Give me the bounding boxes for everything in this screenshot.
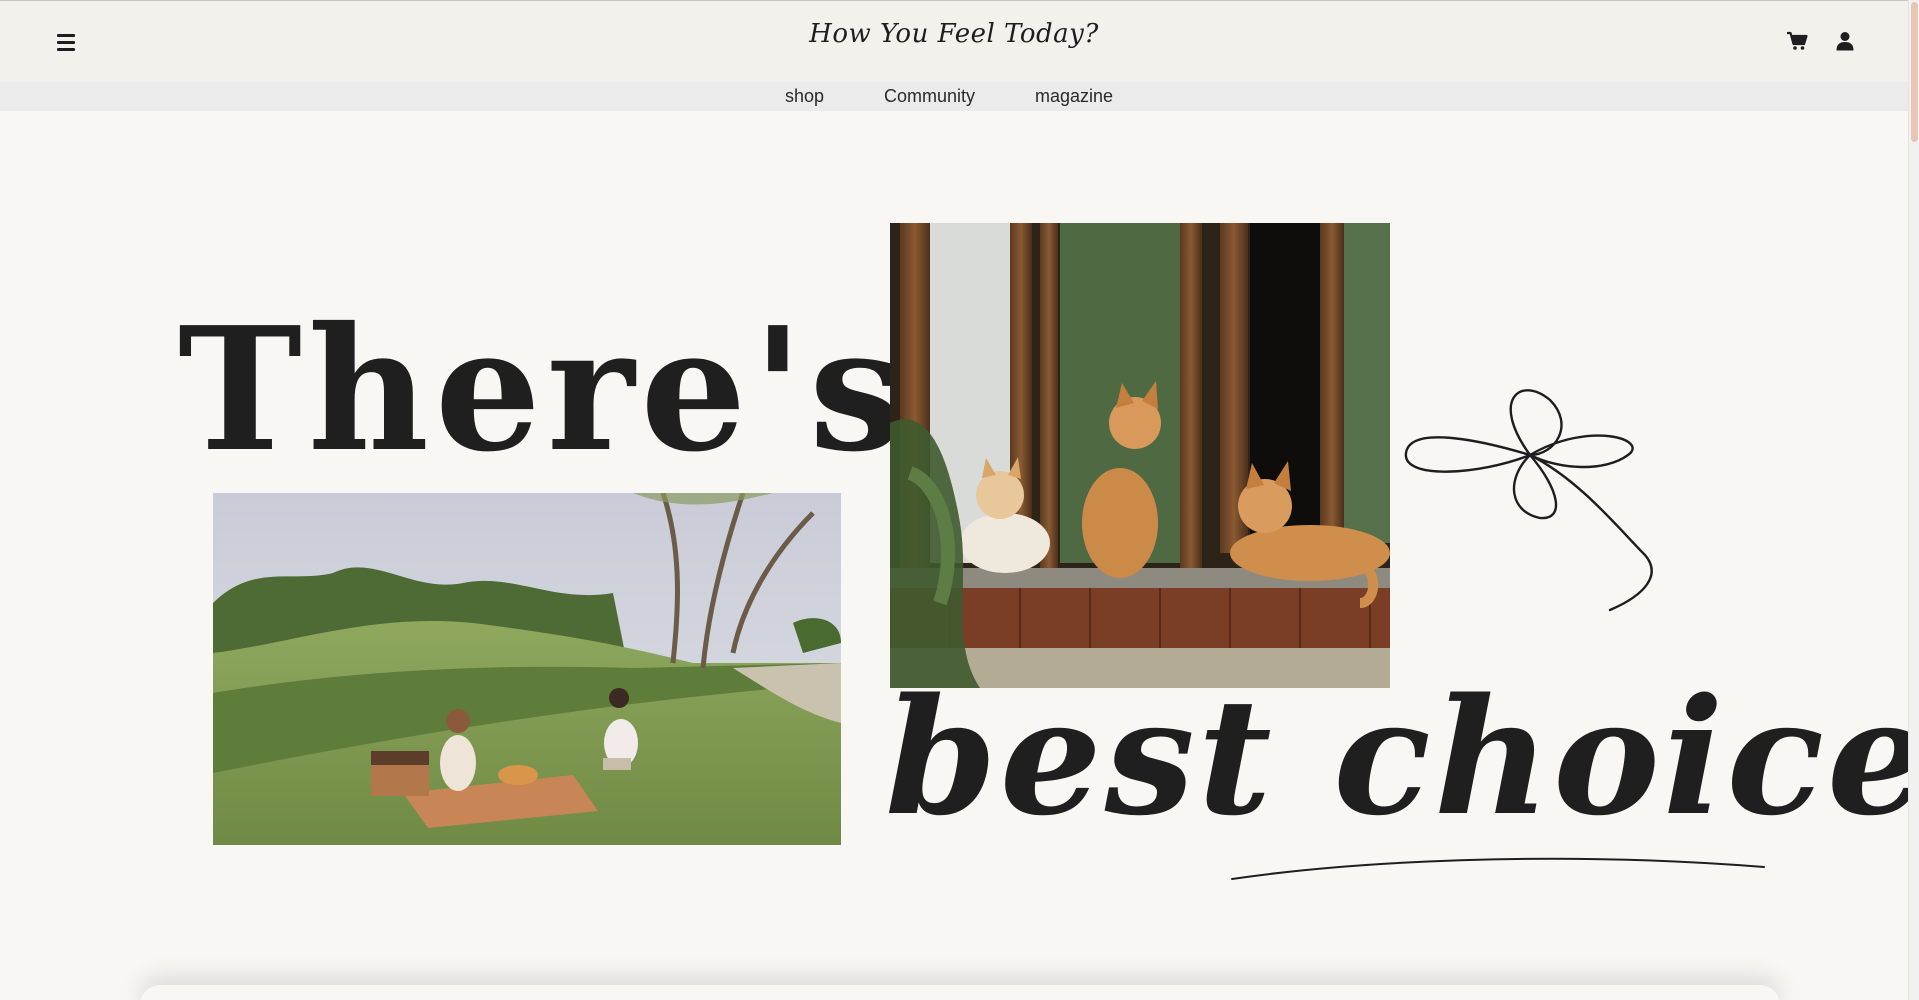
picnic-in-park-image	[213, 493, 841, 845]
site-header: How You Feel Today?	[0, 0, 1908, 82]
nav-item-magazine[interactable]: magazine	[1035, 86, 1113, 107]
scrollbar-thumb[interactable]	[1911, 2, 1918, 142]
user-account-icon[interactable]	[1831, 27, 1859, 55]
nav-item-community[interactable]: Community	[884, 86, 975, 107]
nav-item-shop[interactable]: shop	[785, 86, 824, 107]
site-logo[interactable]: How You Feel Today?	[0, 19, 1908, 49]
hero-headline-line2: best choice.	[885, 663, 1919, 851]
shopping-cart-icon[interactable]	[1783, 27, 1811, 55]
page-scrollbar[interactable]	[1908, 0, 1919, 1000]
main-nav: shop Community magazine	[0, 82, 1908, 111]
flower-doodle-icon	[1404, 389, 1653, 612]
next-section-card-edge	[140, 985, 1780, 1000]
cats-on-windowsill-image	[890, 223, 1390, 688]
underline-doodle-icon	[1231, 857, 1765, 880]
